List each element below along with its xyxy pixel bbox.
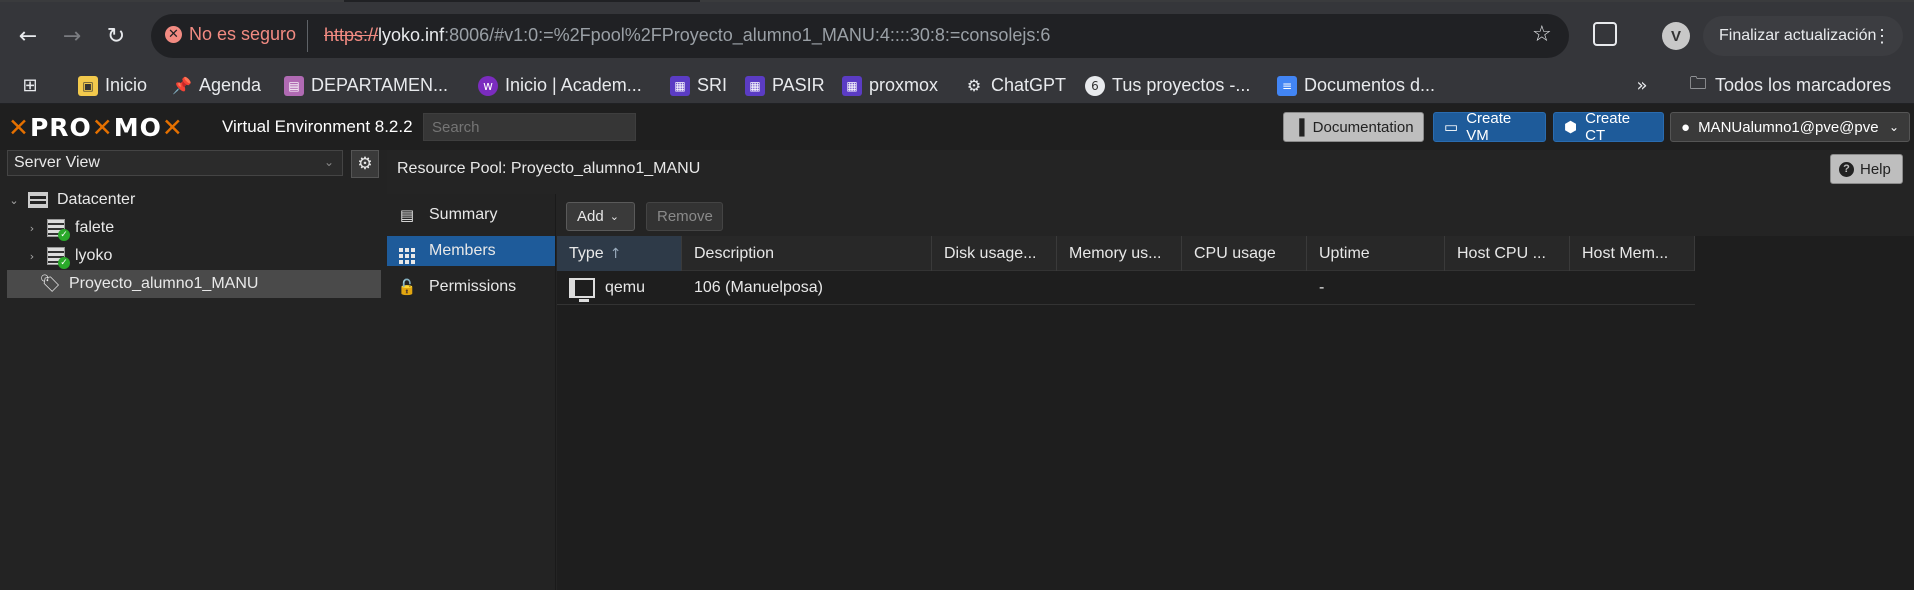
column-header-host-cpu[interactable]: Host CPU ... bbox=[1445, 236, 1570, 271]
gear-icon[interactable]: ⚙ bbox=[351, 150, 379, 178]
bookmark-item[interactable]: ▦ proxmox bbox=[842, 75, 938, 96]
cell-uptime: - bbox=[1319, 279, 1325, 296]
bookmark-item[interactable]: ▣ Inicio bbox=[78, 75, 147, 96]
user-menu[interactable]: ● MANUalumno1@pve@pve ⌄ bbox=[1670, 112, 1910, 142]
tree-node-pool[interactable]: 🏷 Proyecto_alumno1_MANU bbox=[7, 270, 381, 298]
chevron-down-icon: ⌄ bbox=[1888, 120, 1899, 134]
back-button[interactable]: ← bbox=[10, 18, 46, 54]
column-header-cpu[interactable]: CPU usage bbox=[1182, 236, 1307, 271]
omnibox-divider bbox=[307, 20, 308, 52]
page-title: Resource Pool: Proyecto_alumno1_MANU bbox=[397, 160, 701, 177]
column-header-host-mem[interactable]: Host Mem... bbox=[1570, 236, 1695, 271]
forward-button[interactable]: → bbox=[54, 18, 90, 54]
column-header-disk[interactable]: Disk usage... bbox=[932, 236, 1057, 271]
profile-avatar[interactable]: V bbox=[1662, 22, 1690, 50]
cell-host-cpu bbox=[1445, 271, 1570, 305]
vm-icon bbox=[569, 278, 595, 302]
cube-icon: ⬢ bbox=[1564, 119, 1578, 136]
add-button[interactable]: Add ⌄ bbox=[566, 202, 635, 231]
bookmark-item[interactable]: 📌 Agenda bbox=[172, 75, 261, 96]
members-grid-panel: Add ⌄ Remove Type ↑ Description Disk usage… bbox=[557, 194, 1914, 590]
cell-disk bbox=[932, 271, 1057, 305]
sort-asc-icon: ↑ bbox=[609, 245, 622, 262]
tree-node-datacenter[interactable]: ⌄ Datacenter bbox=[7, 186, 381, 214]
more-bookmarks-icon[interactable]: » bbox=[1632, 75, 1652, 96]
column-header-memory[interactable]: Memory us... bbox=[1057, 236, 1182, 271]
create-ct-button[interactable]: ⬢ Create CT bbox=[1553, 110, 1664, 144]
pve-header: ✕PRO✕MO✕ Virtual Environment 8.2.2 ▐Docu… bbox=[0, 104, 1914, 150]
create-vm-button[interactable]: ▭ Create VM bbox=[1433, 110, 1546, 144]
column-header-type[interactable]: Type ↑ bbox=[557, 236, 682, 271]
tab-summary[interactable]: ▤ Summary bbox=[387, 200, 555, 230]
bookmark-item[interactable]: ≡ Documentos d... bbox=[1277, 75, 1435, 96]
column-header-description[interactable]: Description bbox=[682, 236, 932, 271]
apps-icon[interactable]: ⊞ bbox=[20, 75, 40, 96]
datacenter-icon bbox=[27, 190, 49, 210]
cell-description: 106 (Manuelposa) bbox=[694, 279, 823, 296]
menu-dots-icon: ⋮ bbox=[1873, 25, 1891, 46]
chevron-down-icon: ⌄ bbox=[323, 155, 334, 169]
url-text[interactable]: https://lyoko.inf:8006/#v1:0:=%2Fpool%2F… bbox=[324, 25, 1050, 46]
tags-icon: 🏷 bbox=[39, 274, 61, 294]
tab-permissions[interactable]: 🔓 Permissions bbox=[387, 272, 555, 302]
resource-tree-panel: Server View ⌄ ⚙ ⌄ Datacenter › ✓ falete ›… bbox=[0, 150, 387, 590]
cell-type: qemu bbox=[557, 271, 682, 305]
cell-cpu bbox=[1182, 271, 1307, 305]
book-icon: ▐ bbox=[1294, 118, 1305, 136]
resource-tree: ⌄ Datacenter › ✓ falete › ✓ lyoko 🏷 Proy… bbox=[7, 186, 381, 298]
bookmarks-bar: ⊞ ▣ Inicio 📌 Agenda ▤ DEPARTAMEN... w Inicio… bbox=[0, 68, 1914, 104]
grid-toolbar: Add ⌄ Remove bbox=[557, 194, 1914, 236]
server-online-icon: ✓ bbox=[45, 246, 70, 269]
chevron-down-icon: ⌄ bbox=[609, 210, 619, 223]
cell-memory bbox=[1057, 271, 1182, 305]
remove-button[interactable]: Remove bbox=[646, 202, 723, 231]
update-button[interactable]: Finalizar actualización ⋮ bbox=[1703, 16, 1903, 56]
question-icon: ? bbox=[1839, 161, 1854, 177]
extensions-icon[interactable] bbox=[1593, 22, 1617, 46]
bookmark-item[interactable]: ▤ DEPARTAMEN... bbox=[284, 75, 448, 96]
not-secure-icon: ✕ bbox=[165, 26, 182, 43]
bookmark-item[interactable]: ⚙ ChatGPT bbox=[964, 75, 1066, 96]
bookmark-star-icon[interactable]: ☆ bbox=[1532, 22, 1552, 47]
help-button[interactable]: ? Help bbox=[1830, 154, 1903, 184]
tree-node-falete[interactable]: › ✓ falete bbox=[7, 214, 381, 242]
unlock-icon: 🔓 bbox=[397, 278, 417, 296]
all-bookmarks-folder[interactable]: 🗀 Todos los marcadores bbox=[1688, 74, 1892, 96]
browser-toolbar: ← → ↻ ✕ No es seguro https://lyoko.inf:8… bbox=[0, 2, 1914, 68]
proxmox-logo: ✕ PRO ✕ MO ✕ bbox=[8, 113, 184, 142]
product-version: Virtual Environment 8.2.2 bbox=[222, 117, 413, 136]
search-input[interactable] bbox=[423, 113, 636, 141]
bookmark-item[interactable]: ▦ SRI bbox=[670, 75, 727, 96]
collapse-icon[interactable]: ⌄ bbox=[7, 194, 21, 207]
view-selector[interactable]: Server View ⌄ bbox=[7, 150, 343, 176]
bookmark-item[interactable]: 6 Tus proyectos -... bbox=[1085, 75, 1250, 96]
monitor-icon: ▭ bbox=[1444, 119, 1459, 136]
documentation-button[interactable]: ▐ Documentation bbox=[1283, 112, 1424, 142]
user-icon: ● bbox=[1681, 118, 1691, 136]
expand-icon[interactable]: › bbox=[25, 222, 39, 235]
pool-subnav: ▤ Summary Members 🔓 Permissions bbox=[387, 194, 556, 590]
expand-icon[interactable]: › bbox=[25, 250, 39, 263]
table-row[interactable]: qemu 106 (Manuelposa) - bbox=[557, 271, 1695, 305]
column-header-uptime[interactable]: Uptime bbox=[1307, 236, 1445, 271]
bookmark-item[interactable]: ▦ PASIR bbox=[745, 75, 825, 96]
security-indicator[interactable]: ✕ No es seguro bbox=[165, 24, 296, 45]
reload-button[interactable]: ↻ bbox=[98, 18, 134, 54]
server-online-icon: ✓ bbox=[45, 218, 70, 241]
grid-icon bbox=[397, 238, 417, 264]
content-panel: Resource Pool: Proyecto_alumno1_MANU ? He… bbox=[387, 150, 1914, 590]
bookmark-item[interactable]: w Inicio | Academ... bbox=[478, 75, 642, 96]
book-icon: ▤ bbox=[399, 206, 415, 224]
tab-members[interactable]: Members bbox=[387, 236, 555, 266]
tree-node-lyoko[interactable]: › ✓ lyoko bbox=[7, 242, 381, 270]
table-header: Type ↑ Description Disk usage... Memory u… bbox=[557, 236, 1695, 271]
cell-host-mem bbox=[1570, 271, 1695, 305]
